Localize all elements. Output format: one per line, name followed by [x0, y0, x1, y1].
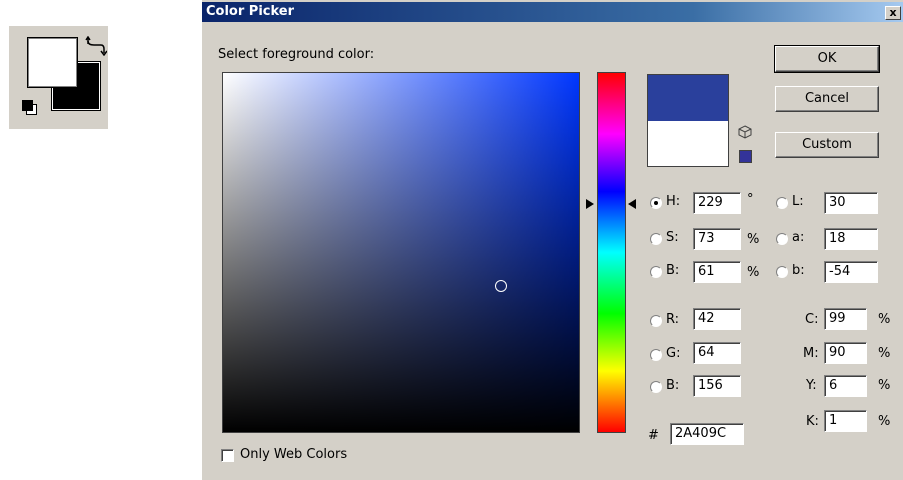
radio-red[interactable]	[650, 315, 662, 327]
cube-icon[interactable]	[738, 125, 752, 139]
label-red: R:	[666, 312, 680, 327]
title-bar[interactable]: Color Picker x	[202, 2, 903, 22]
hue-input[interactable]: 229	[693, 192, 741, 214]
radio-lightness[interactable]	[776, 197, 788, 209]
ok-button[interactable]: OK	[774, 45, 880, 73]
label-hex: #	[648, 428, 659, 443]
label-cyan: C:	[805, 312, 819, 327]
hue-slider-left-arrow[interactable]	[586, 199, 594, 209]
label-magenta: M:	[803, 346, 819, 361]
custom-button[interactable]: Custom	[775, 132, 879, 158]
label-brightness: B:	[666, 263, 680, 278]
unit-degree: °	[747, 192, 754, 207]
label-green: G:	[666, 346, 681, 361]
red-input[interactable]: 42	[693, 308, 741, 330]
label-b-channel: b:	[792, 263, 805, 278]
swap-colors-icon[interactable]	[85, 36, 107, 56]
lightness-input[interactable]: 30	[824, 192, 878, 214]
brightness-input[interactable]: 61	[693, 261, 741, 283]
color-picker-dialog: Color Picker x Select foreground color: …	[201, 0, 903, 480]
cancel-button[interactable]: Cancel	[775, 86, 879, 112]
label-black: K:	[806, 414, 819, 429]
radio-a-channel[interactable]	[776, 233, 788, 245]
radio-green[interactable]	[650, 349, 662, 361]
radio-b-channel[interactable]	[776, 266, 788, 278]
label-yellow: Y:	[806, 378, 817, 393]
only-web-colors-checkbox[interactable]	[221, 449, 234, 462]
web-safe-color-swatch[interactable]	[739, 150, 752, 163]
label-a-channel: a:	[792, 230, 805, 245]
unit-percent: %	[747, 232, 760, 247]
only-web-colors-label[interactable]: Only Web Colors	[240, 447, 347, 462]
label-saturation: S:	[666, 230, 679, 245]
magenta-input[interactable]: 90	[824, 342, 867, 364]
label-blue: B:	[666, 378, 680, 393]
label-hue: H:	[666, 194, 681, 209]
unit-percent: %	[878, 312, 891, 327]
green-input[interactable]: 64	[693, 342, 741, 364]
radio-hue[interactable]	[650, 197, 662, 209]
blue-input[interactable]: 156	[693, 375, 741, 397]
radio-brightness[interactable]	[650, 266, 662, 278]
unit-percent: %	[747, 265, 760, 280]
radio-blue[interactable]	[650, 381, 662, 393]
color-field-marker[interactable]	[495, 280, 507, 292]
radio-saturation[interactable]	[650, 233, 662, 245]
unit-percent: %	[878, 346, 891, 361]
label-lightness: L:	[792, 194, 804, 209]
black-input[interactable]: 1	[824, 410, 867, 432]
prompt-label: Select foreground color:	[218, 47, 375, 62]
a-channel-input[interactable]: 18	[824, 228, 878, 250]
saturation-input[interactable]: 73	[693, 228, 741, 250]
new-color-swatch	[647, 74, 729, 121]
current-color-swatch[interactable]	[647, 121, 729, 167]
default-colors-icon[interactable]	[22, 100, 33, 111]
close-button[interactable]: x	[885, 6, 901, 20]
color-swatch-widget	[9, 26, 108, 129]
hex-input[interactable]: 2A409C	[670, 423, 744, 445]
color-field[interactable]	[222, 72, 580, 433]
unit-percent: %	[878, 414, 891, 429]
b-channel-input[interactable]: -54	[824, 261, 878, 283]
hue-slider[interactable]	[597, 72, 626, 433]
cyan-input[interactable]: 99	[824, 308, 867, 330]
hue-slider-right-arrow[interactable]	[628, 199, 636, 209]
yellow-input[interactable]: 6	[824, 375, 867, 397]
unit-percent: %	[878, 378, 891, 393]
dialog-title: Color Picker	[206, 4, 295, 19]
foreground-color-swatch[interactable]	[27, 37, 78, 88]
